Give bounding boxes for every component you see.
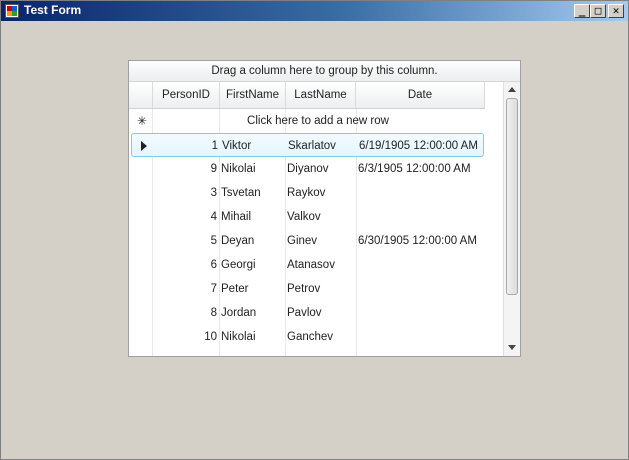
cell-lastname[interactable]: Diyanov [287,157,355,181]
vertical-scrollbar[interactable] [503,82,520,356]
cell-personid[interactable]: 6 [153,253,217,277]
cell-lastname[interactable]: Ganchev [287,325,355,349]
scroll-down-arrow-icon[interactable] [508,345,516,350]
cell-lastname[interactable]: Valkov [287,205,355,229]
column-header-firstname[interactable]: FirstName [220,82,286,108]
cell-date[interactable]: 6/30/1905 12:00:00 AM [358,229,488,253]
cell-firstname[interactable]: Peter [221,277,283,301]
cell-personid[interactable]: 7 [153,277,217,301]
cell-firstname[interactable]: Georgi [221,253,283,277]
cell-date[interactable] [358,181,488,205]
cell-date[interactable] [358,325,488,349]
cell-firstname[interactable]: Jordan [221,301,283,325]
cell-lastname[interactable]: Petrov [287,277,355,301]
window-title: Test Form [24,3,82,17]
data-grid[interactable]: Drag a column here to group by this colu… [128,60,521,357]
app-icon[interactable] [5,4,19,18]
cell-personid[interactable]: 4 [153,205,217,229]
cell-firstname[interactable]: Mihail [221,205,283,229]
cell-lastname[interactable]: Skarlatov [288,134,356,158]
test-form-window: Test Form _ □ ✕ Drag a column here to gr… [0,0,629,460]
cell-firstname[interactable]: Nikolai [221,157,283,181]
column-header-lastname[interactable]: LastName [286,82,356,108]
minimize-button[interactable]: _ [574,4,590,18]
cell-lastname[interactable]: Raykov [287,181,355,205]
current-row-indicator-icon [141,141,147,151]
table-row[interactable]: 9 Nikolai Diyanov 6/3/1905 12:00:00 AM [129,157,507,181]
cell-personid[interactable]: 1 [154,134,218,158]
scrollbar-thumb[interactable] [506,98,518,295]
table-row[interactable]: 1 Viktor Skarlatov 6/19/1905 12:00:00 AM [131,133,484,157]
cell-personid[interactable]: 3 [153,181,217,205]
row-header-column [129,82,153,108]
table-row[interactable]: 3 Tsvetan Raykov [129,181,507,205]
cell-lastname[interactable]: Pavlov [287,301,355,325]
cell-personid[interactable]: 10 [153,325,217,349]
maximize-button[interactable]: □ [590,4,606,18]
cell-date[interactable] [358,253,488,277]
column-header-date[interactable]: Date [356,82,485,108]
cell-personid[interactable]: 5 [153,229,217,253]
close-button[interactable]: ✕ [608,4,624,18]
cell-personid[interactable]: 9 [153,157,217,181]
cell-date[interactable] [358,301,488,325]
table-row[interactable]: 8 Jordan Pavlov [129,301,507,325]
add-new-row[interactable]: ✳ Click here to add a new row [129,109,507,133]
cell-firstname[interactable]: Deyan [221,229,283,253]
table-row[interactable]: 6 Georgi Atanasov [129,253,507,277]
cell-firstname[interactable]: Tsvetan [221,181,283,205]
add-new-row-label: Click here to add a new row [247,115,389,127]
table-row[interactable]: 5 Deyan Ginev 6/30/1905 12:00:00 AM [129,229,507,253]
column-header-row: PersonID FirstName LastName Date [129,82,485,109]
cell-personid[interactable]: 8 [153,301,217,325]
cell-date[interactable] [358,205,488,229]
group-by-panel[interactable]: Drag a column here to group by this colu… [129,61,520,82]
table-row[interactable]: 4 Mihail Valkov [129,205,507,229]
cell-firstname[interactable]: Nikolai [221,325,283,349]
cell-firstname[interactable]: Viktor [222,134,284,158]
scroll-up-arrow-icon[interactable] [508,87,516,92]
title-bar[interactable]: Test Form _ □ ✕ [1,1,628,21]
table-row[interactable]: 7 Peter Petrov [129,277,507,301]
table-row[interactable]: 10 Nikolai Ganchev [129,325,507,349]
cell-lastname[interactable]: Ginev [287,229,355,253]
column-header-personid[interactable]: PersonID [153,82,220,108]
cell-date[interactable] [358,277,488,301]
cell-date[interactable]: 6/3/1905 12:00:00 AM [358,157,488,181]
cell-date[interactable]: 6/19/1905 12:00:00 AM [359,134,489,158]
cell-lastname[interactable]: Atanasov [287,253,355,277]
